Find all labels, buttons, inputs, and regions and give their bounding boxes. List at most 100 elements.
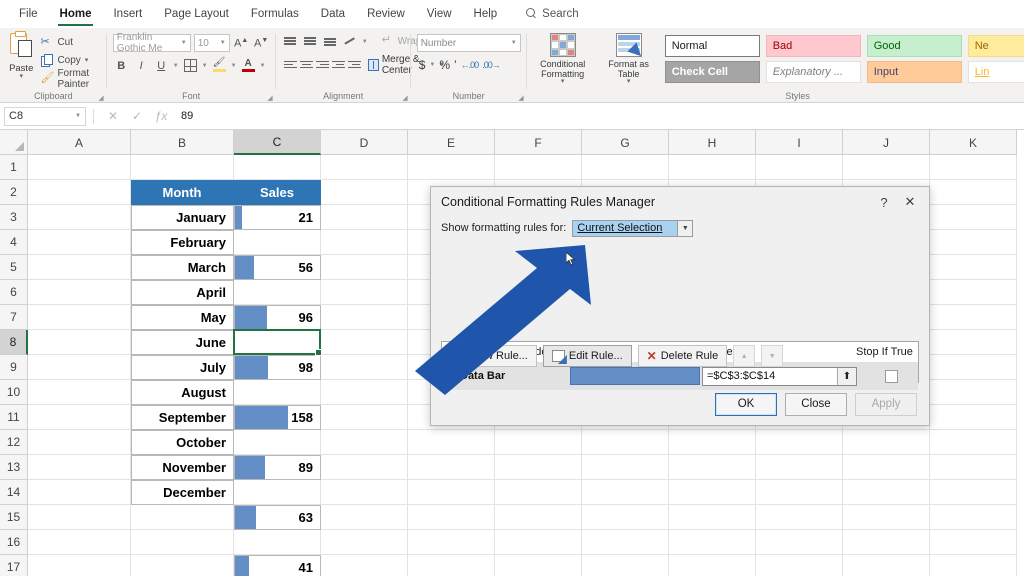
conditional-formatting-button[interactable]: Conditional Formatting ▾ xyxy=(533,33,593,85)
scope-dropdown[interactable]: Current Selection ▼ xyxy=(572,220,693,237)
align-right-button[interactable] xyxy=(314,58,327,73)
delete-rule-button[interactable]: ✕ Delete Rule xyxy=(638,345,728,367)
cell-H15[interactable] xyxy=(669,505,756,530)
cell-B7[interactable]: May xyxy=(131,305,234,330)
underline-button[interactable]: U xyxy=(153,57,170,74)
chevron-down-icon[interactable]: ▼ xyxy=(677,220,693,237)
tab-page-layout[interactable]: Page Layout xyxy=(153,0,240,28)
cell-H16[interactable] xyxy=(669,530,756,555)
cell-A8[interactable] xyxy=(28,330,131,355)
column-header-k[interactable]: K xyxy=(930,130,1017,155)
cell-I12[interactable] xyxy=(756,430,843,455)
cell-D16[interactable] xyxy=(321,530,408,555)
cell-I17[interactable] xyxy=(756,555,843,576)
cell-H12[interactable] xyxy=(669,430,756,455)
clipboard-dialog-launcher[interactable]: ◢ xyxy=(98,94,103,102)
row-header-6[interactable]: 6 xyxy=(0,280,28,305)
tab-review[interactable]: Review xyxy=(356,0,416,28)
row-header-10[interactable]: 10 xyxy=(0,380,28,405)
cell-B12[interactable]: October xyxy=(131,430,234,455)
insert-function-button[interactable]: ƒx xyxy=(149,109,173,123)
confirm-entry-button[interactable]: ✓ xyxy=(125,109,149,123)
cell-B2[interactable]: Month xyxy=(131,180,234,205)
row-header-3[interactable]: 3 xyxy=(0,205,28,230)
cell-B14[interactable]: December xyxy=(131,480,234,505)
chevron-down-icon[interactable]: ▾ xyxy=(627,79,631,85)
cell-E12[interactable] xyxy=(408,430,495,455)
cell-C8[interactable] xyxy=(234,330,321,355)
decrease-decimal-button[interactable]: .00→ xyxy=(482,60,500,70)
cell-A9[interactable] xyxy=(28,355,131,380)
cell-H13[interactable] xyxy=(669,455,756,480)
cell-A12[interactable] xyxy=(28,430,131,455)
chevron-down-icon[interactable]: ▼ xyxy=(75,113,81,119)
cell-K2[interactable] xyxy=(930,180,1017,205)
cell-B10[interactable]: August xyxy=(131,380,234,405)
cell-D5[interactable] xyxy=(321,255,408,280)
cancel-entry-button[interactable]: ✕ xyxy=(101,109,125,123)
column-header-a[interactable]: A xyxy=(28,130,131,155)
cell-A1[interactable] xyxy=(28,155,131,180)
cell-K5[interactable] xyxy=(930,255,1017,280)
cell-C14[interactable] xyxy=(234,480,321,505)
font-color-dropdown-icon[interactable]: ▼ xyxy=(260,63,266,69)
cell-A2[interactable] xyxy=(28,180,131,205)
cell-F12[interactable] xyxy=(495,430,582,455)
cell-A4[interactable] xyxy=(28,230,131,255)
number-dialog-launcher[interactable]: ◢ xyxy=(518,94,523,102)
row-header-5[interactable]: 5 xyxy=(0,255,28,280)
cell-I16[interactable] xyxy=(756,530,843,555)
cell-E1[interactable] xyxy=(408,155,495,180)
cell-C3[interactable]: 21 xyxy=(234,205,321,230)
cell-A7[interactable] xyxy=(28,305,131,330)
cell-A13[interactable] xyxy=(28,455,131,480)
column-header-e[interactable]: E xyxy=(408,130,495,155)
cell-H14[interactable] xyxy=(669,480,756,505)
close-icon[interactable]: ✕ xyxy=(897,191,923,213)
name-box[interactable]: C8 ▼ xyxy=(4,107,86,126)
row-header-2[interactable]: 2 xyxy=(0,180,28,205)
paste-dropdown-icon[interactable]: ▾ xyxy=(19,74,23,80)
cell-C4[interactable] xyxy=(234,230,321,255)
cell-A11[interactable] xyxy=(28,405,131,430)
cell-J16[interactable] xyxy=(843,530,930,555)
decrease-indent-button[interactable] xyxy=(330,58,343,73)
font-color-button[interactable] xyxy=(240,57,257,74)
cell-F17[interactable] xyxy=(495,555,582,576)
help-icon[interactable]: ? xyxy=(871,191,897,213)
cell-A17[interactable] xyxy=(28,555,131,576)
cell-C9[interactable]: 63 xyxy=(234,505,321,530)
cell-G17[interactable] xyxy=(582,555,669,576)
cell-K8[interactable] xyxy=(930,330,1017,355)
cell-A15[interactable] xyxy=(28,505,131,530)
cell-K9[interactable] xyxy=(930,355,1017,380)
paste-button[interactable]: Paste ▾ xyxy=(6,32,36,86)
underline-dropdown-icon[interactable]: ▼ xyxy=(173,63,179,69)
orientation-dropdown-icon[interactable]: ▼ xyxy=(362,39,368,45)
cell-B4[interactable]: February xyxy=(131,230,234,255)
cell-D17[interactable] xyxy=(321,555,408,576)
cell-C16[interactable] xyxy=(234,530,321,555)
cell-D1[interactable] xyxy=(321,155,408,180)
cell-F16[interactable] xyxy=(495,530,582,555)
cell-C10[interactable] xyxy=(234,380,321,405)
copy-button[interactable]: Copy ▾ xyxy=(40,53,100,68)
cell-H1[interactable] xyxy=(669,155,756,180)
cell-C6[interactable]: 98 xyxy=(234,355,321,380)
number-format-select[interactable]: Number ▼ xyxy=(417,34,521,52)
borders-button[interactable] xyxy=(182,57,199,74)
tab-help[interactable]: Help xyxy=(463,0,509,28)
cell-K3[interactable] xyxy=(930,205,1017,230)
cell-B15[interactable] xyxy=(131,505,234,530)
cell-K12[interactable] xyxy=(930,430,1017,455)
cell-J1[interactable] xyxy=(843,155,930,180)
chevron-down-icon[interactable]: ▾ xyxy=(561,79,565,85)
cell-D9[interactable] xyxy=(321,355,408,380)
cell-G15[interactable] xyxy=(582,505,669,530)
cell-style-neutral[interactable]: Ne xyxy=(968,35,1024,57)
copy-dropdown-icon[interactable]: ▾ xyxy=(85,58,89,64)
row-header-13[interactable]: 13 xyxy=(0,455,28,480)
font-name-input[interactable]: Franklin Gothic Me ▼ xyxy=(113,34,191,52)
percent-button[interactable]: % xyxy=(439,58,450,72)
tab-view[interactable]: View xyxy=(416,0,463,28)
